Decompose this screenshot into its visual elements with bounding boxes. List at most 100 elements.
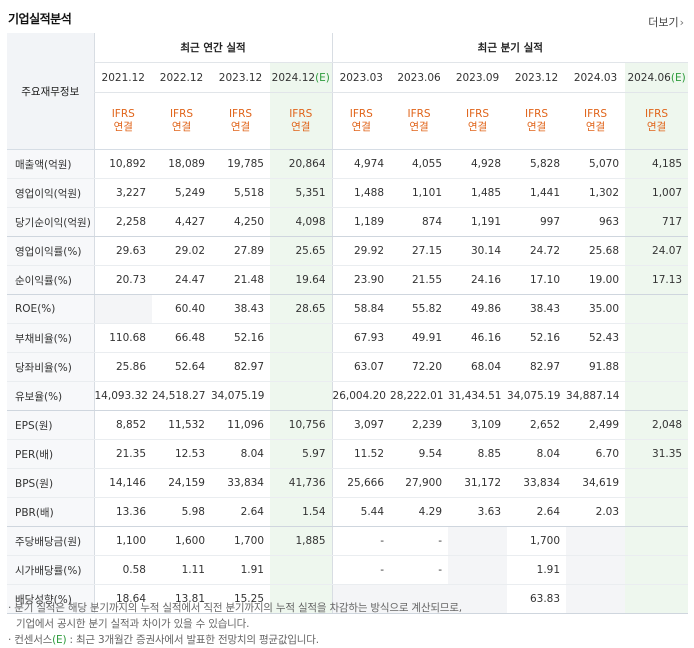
table-cell: 1,007 bbox=[625, 178, 689, 208]
table-cell: 30.14 bbox=[448, 236, 508, 266]
table-cell: 1.54 bbox=[270, 497, 333, 527]
table-cell: 4.29 bbox=[390, 497, 449, 527]
table-cell: 110.68 bbox=[93, 323, 152, 353]
section-title: 기업실적분석 bbox=[8, 12, 72, 26]
table-cell: 5,249 bbox=[152, 178, 211, 208]
row-label: ROE(%) bbox=[7, 294, 94, 324]
row-label: 매출액(억원) bbox=[7, 149, 94, 179]
table-cell: 4,427 bbox=[152, 207, 211, 237]
period-label: 2024.12 bbox=[271, 71, 316, 84]
row-label: 영업이익률(%) bbox=[7, 236, 94, 266]
table-cell: 91.88 bbox=[566, 352, 626, 382]
table-cell: 63.07 bbox=[331, 352, 391, 382]
table-cell: - bbox=[331, 526, 391, 556]
table-cell: 997 bbox=[507, 207, 567, 237]
ifrs-label: IFRS bbox=[465, 108, 490, 120]
table-cell: 2,048 bbox=[625, 410, 689, 440]
annual-group-header: 최근 연간 실적 bbox=[93, 33, 333, 63]
table-cell bbox=[93, 294, 152, 324]
table-cell: 4,250 bbox=[211, 207, 270, 237]
financial-table: 주요재무정보 최근 연간 실적 최근 분기 실적 2021.12 2022.12 2… bbox=[7, 33, 689, 614]
table-cell: 24,518.27 bbox=[152, 381, 211, 411]
consolidated-label: 연결 bbox=[467, 121, 488, 133]
table-cell: 58.84 bbox=[331, 294, 391, 324]
table-cell: 19.00 bbox=[566, 265, 626, 295]
table-cell: 874 bbox=[390, 207, 449, 237]
table-cell: 34,887.14 bbox=[566, 381, 626, 411]
table-cell: 35.00 bbox=[566, 294, 626, 324]
consolidated-label: 연결 bbox=[171, 121, 192, 133]
table-cell: 27,900 bbox=[390, 468, 449, 498]
table-cell: 8.04 bbox=[211, 439, 270, 469]
table-cell: 29.63 bbox=[93, 236, 152, 266]
table-cell: 41,736 bbox=[270, 468, 333, 498]
table-cell: 24,159 bbox=[152, 468, 211, 498]
period-label: 2024.06 bbox=[627, 71, 671, 84]
more-link[interactable]: 더보기› bbox=[648, 14, 684, 30]
table-cell: 19,785 bbox=[211, 149, 270, 179]
table-cell: 33,834 bbox=[211, 468, 270, 498]
ifrs-label: IFRS bbox=[524, 108, 549, 120]
table-row: 당좌비율(%) 25.86 52.64 82.97 63.07 72.20 68.04 82.… bbox=[7, 352, 689, 382]
table-cell bbox=[566, 584, 626, 614]
table-cell: 52.64 bbox=[152, 352, 211, 382]
table-cell: 8.85 bbox=[448, 439, 508, 469]
period-label: 2022.12 bbox=[159, 71, 204, 84]
footnote-2: · 컨센서스(E) : 최근 3개월간 증권사에서 발표한 전망치의 평균값입니… bbox=[8, 634, 319, 646]
table-cell: 1,441 bbox=[507, 178, 567, 208]
table-cell: 29.02 bbox=[152, 236, 211, 266]
table-cell: 2.64 bbox=[507, 497, 567, 527]
table-cell: 25.65 bbox=[270, 236, 333, 266]
consolidated-label: 연결 bbox=[351, 121, 371, 133]
table-cell: 2,258 bbox=[93, 207, 152, 237]
more-link-label: 더보기 bbox=[648, 16, 679, 29]
ifrs-header: IFRS 연결 bbox=[152, 92, 211, 150]
table-cell: 11,096 bbox=[211, 410, 270, 440]
period-label: 2023.12 bbox=[218, 71, 263, 84]
ifrs-header: IFRS 연결 bbox=[270, 92, 333, 150]
table-cell: 49.91 bbox=[390, 323, 449, 353]
table-cell: 8.04 bbox=[507, 439, 567, 469]
consolidated-label: 연결 bbox=[646, 121, 667, 133]
table-cell bbox=[566, 555, 626, 585]
table-cell bbox=[448, 555, 508, 585]
footnotes: · 분기 실적은 해당 분기까지의 누적 실적에서 직전 분기까지의 누적 실적… bbox=[8, 600, 462, 648]
table-cell: 82.97 bbox=[211, 352, 270, 382]
ifrs-header: IFRS 연결 bbox=[507, 92, 567, 150]
ifrs-label: IFRS bbox=[289, 108, 313, 120]
table-cell: 21.48 bbox=[211, 265, 270, 295]
table-cell: 2,652 bbox=[507, 410, 567, 440]
row-label: 당기순이익(억원) bbox=[7, 207, 94, 237]
table-cell bbox=[270, 555, 333, 585]
table-cell bbox=[625, 468, 689, 498]
ifrs-header: IFRS 연결 bbox=[448, 92, 508, 150]
table-cell: 14,146 bbox=[93, 468, 152, 498]
consolidated-label: 연결 bbox=[409, 121, 429, 133]
table-cell: 52.16 bbox=[211, 323, 270, 353]
table-cell bbox=[625, 584, 689, 614]
table-cell: 1,485 bbox=[448, 178, 508, 208]
table-cell: 52.16 bbox=[507, 323, 567, 353]
consolidated-label: 연결 bbox=[230, 121, 251, 133]
table-row: BPS(원) 14,146 24,159 33,834 41,736 25,666 27,9… bbox=[7, 468, 689, 498]
table-cell: 49.86 bbox=[448, 294, 508, 324]
table-cell: 1,100 bbox=[93, 526, 152, 556]
table-cell: 38.43 bbox=[507, 294, 567, 324]
period-header: 2024.06(E) bbox=[625, 62, 689, 93]
table-cell: 82.97 bbox=[507, 352, 567, 382]
table-cell: 2,239 bbox=[390, 410, 449, 440]
footnote-1: · 분기 실적은 해당 분기까지의 누적 실적에서 직전 분기까지의 누적 실적… bbox=[8, 602, 462, 614]
table-cell: 10,892 bbox=[93, 149, 152, 179]
table-cell: 5.97 bbox=[270, 439, 333, 469]
ifrs-label: IFRS bbox=[349, 108, 373, 120]
table-row: ROE(%) 60.40 38.43 28.65 58.84 55.82 49.86 38.4… bbox=[7, 294, 689, 324]
chevron-right-icon: › bbox=[679, 16, 684, 29]
table-cell: 28,222.01 bbox=[390, 381, 449, 411]
ifrs-label: IFRS bbox=[645, 108, 669, 120]
period-label: 2023.09 bbox=[455, 71, 500, 84]
table-cell bbox=[566, 526, 626, 556]
table-cell: 4,974 bbox=[331, 149, 391, 179]
table-row: 영업이익(억원) 3,227 5,249 5,518 5,351 1,488 1,101 1,… bbox=[7, 178, 689, 208]
table-cell: 4,928 bbox=[448, 149, 508, 179]
table-cell: 34,075.19 bbox=[211, 381, 270, 411]
